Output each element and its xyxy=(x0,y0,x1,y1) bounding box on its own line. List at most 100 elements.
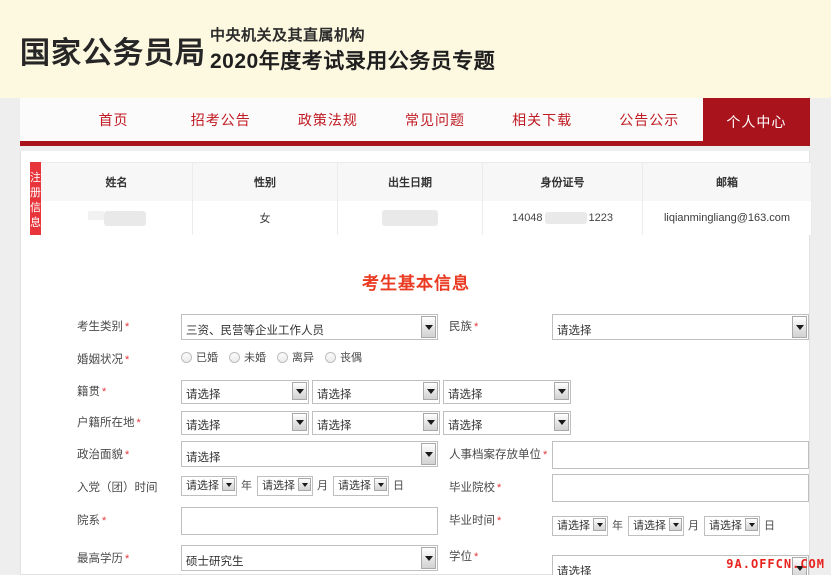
chevron-down-icon[interactable] xyxy=(669,518,682,531)
nav-leading-spacer xyxy=(20,98,60,141)
radio-group-marital-status: 已婚 未婚 离异 丧偶 xyxy=(181,349,362,365)
table-header-row: 姓名 性别 出生日期 身份证号 邮箱 xyxy=(41,163,811,201)
select-candidate-type[interactable]: 三资、民营等企业工作人员 xyxy=(181,314,438,340)
select-graduate-day[interactable]: 请选择 xyxy=(704,516,760,536)
radio-circle-icon[interactable] xyxy=(325,351,336,363)
input-graduate-school[interactable] xyxy=(552,474,809,502)
chevron-down-icon[interactable] xyxy=(292,382,307,400)
select-party-join-month-value: 请选择 xyxy=(262,480,295,492)
label-household-location: 户籍所在地 * xyxy=(77,417,141,429)
cell-name-masked xyxy=(41,201,193,235)
label-graduate-school: 毕业院校 * xyxy=(449,482,502,494)
id-number-mask xyxy=(544,212,587,224)
select-party-join-month[interactable]: 请选择 xyxy=(257,476,313,496)
input-department[interactable] xyxy=(181,507,438,535)
required-marker: * xyxy=(136,417,141,429)
chevron-down-icon[interactable] xyxy=(222,478,235,491)
required-marker: * xyxy=(125,354,130,366)
unit-month: 月 xyxy=(688,520,699,532)
form-row-political-status: 政治面貌 * 请选择 人事档案存放单位 * xyxy=(21,440,811,472)
radio-marital-married[interactable]: 已婚 xyxy=(181,349,218,365)
basic-info-form: 考生类别 * 三资、民营等企业工作人员 民族 * 请选择 婚姻状况 * 已婚 未… xyxy=(21,314,811,575)
label-marital-status: 婚姻状况 * xyxy=(77,354,130,366)
column-header-name: 姓名 xyxy=(41,163,193,201)
select-political-status[interactable]: 请选择 xyxy=(181,441,438,467)
chevron-down-icon[interactable] xyxy=(792,316,807,338)
cell-id-number: 14048 1223 xyxy=(483,201,643,235)
select-ethnicity-value: 请选择 xyxy=(557,325,592,337)
required-marker: * xyxy=(543,449,548,461)
chevron-down-icon[interactable] xyxy=(423,382,438,400)
select-native-place-province[interactable]: 请选择 xyxy=(181,380,309,404)
chevron-down-icon[interactable] xyxy=(423,413,438,431)
chevron-down-icon[interactable] xyxy=(593,518,606,531)
select-ethnicity[interactable]: 请选择 xyxy=(552,314,809,340)
select-highest-education-value: 硕士研究生 xyxy=(186,556,244,568)
registration-info-tag: 注册信息 xyxy=(30,162,41,235)
unit-day: 日 xyxy=(764,520,775,532)
select-native-place-district[interactable]: 请选择 xyxy=(443,380,571,404)
column-header-id-number: 身份证号 xyxy=(483,163,643,201)
name-mask-upper xyxy=(87,210,104,220)
nav-item-personal-center[interactable]: 个人中心 xyxy=(702,98,810,146)
radio-circle-icon[interactable] xyxy=(277,351,288,363)
nav-item-policy-regulations[interactable]: 政策法规 xyxy=(274,98,381,141)
nav-item-faq[interactable]: 常见问题 xyxy=(381,98,488,141)
id-number-prefix: 14048 xyxy=(511,212,543,224)
chevron-down-icon[interactable] xyxy=(421,316,436,338)
header-subtitle-line2: 2020年度考试录用公务员专题 xyxy=(210,50,496,73)
chevron-down-icon[interactable] xyxy=(554,382,569,400)
radio-circle-icon[interactable] xyxy=(229,351,240,363)
select-party-join-year-value: 请选择 xyxy=(186,480,219,492)
radio-marital-single[interactable]: 未婚 xyxy=(229,349,266,365)
chevron-down-icon[interactable] xyxy=(374,478,387,491)
select-household-city[interactable]: 请选择 xyxy=(312,411,440,435)
label-highest-education: 最高学历 * xyxy=(77,553,130,565)
nav-item-announcements[interactable]: 公告公示 xyxy=(596,98,703,141)
select-graduate-month[interactable]: 请选择 xyxy=(628,516,684,536)
input-archive-unit[interactable] xyxy=(552,441,809,469)
form-row-marital-status: 婚姻状况 * 已婚 未婚 离异 丧偶 xyxy=(21,345,811,378)
select-degree-value: 请选择 xyxy=(557,566,592,575)
select-native-place-city[interactable]: 请选择 xyxy=(312,380,440,404)
label-party-join-time: 入党（团）时间 xyxy=(77,482,158,494)
label-native-place: 籍贯 * xyxy=(77,386,107,398)
content-card: 注册信息 姓名 性别 出生日期 身份证号 邮箱 女 14048 1223 liq… xyxy=(20,151,812,575)
select-party-join-day[interactable]: 请选择 xyxy=(333,476,389,496)
chevron-down-icon[interactable] xyxy=(421,443,436,465)
nav-item-downloads[interactable]: 相关下载 xyxy=(489,98,596,141)
select-household-province[interactable]: 请选择 xyxy=(181,411,309,435)
chevron-down-icon[interactable] xyxy=(554,413,569,431)
chevron-down-icon[interactable] xyxy=(292,413,307,431)
radio-marital-widowed[interactable]: 丧偶 xyxy=(325,349,362,365)
site-logo-title: 国家公务员局 xyxy=(20,37,206,70)
chevron-down-icon[interactable] xyxy=(298,478,311,491)
select-household-district[interactable]: 请选择 xyxy=(443,411,571,435)
radio-marital-divorced[interactable]: 离异 xyxy=(277,349,314,365)
header-subtitle-block: 中央机关及其直属机构 2020年度考试录用公务员专题 xyxy=(210,26,495,76)
label-graduate-time: 毕业时间 * xyxy=(449,515,502,527)
select-graduate-month-value: 请选择 xyxy=(633,520,666,532)
nav-item-recruitment-notice[interactable]: 招考公告 xyxy=(167,98,274,141)
select-graduate-year-value: 请选择 xyxy=(557,520,590,532)
header-inner: 国家公务员局 中央机关及其直属机构 2020年度考试录用公务员专题 xyxy=(20,0,810,98)
radio-circle-icon[interactable] xyxy=(181,351,192,363)
unit-year: 年 xyxy=(612,520,623,532)
form-row-candidate-type: 考生类别 * 三资、民营等企业工作人员 民族 * 请选择 xyxy=(21,314,811,345)
select-party-join-year[interactable]: 请选择 xyxy=(181,476,237,496)
nav-item-home[interactable]: 首页 xyxy=(60,98,167,141)
select-highest-education[interactable]: 硕士研究生 xyxy=(181,545,438,571)
form-row-department: 院系 * 毕业时间 * 请选择 年 请选择 月 请选择 日 xyxy=(21,505,811,539)
page-root: 国家公务员局 中央机关及其直属机构 2020年度考试录用公务员专题 首页 招考公… xyxy=(0,0,831,575)
select-native-place-city-value: 请选择 xyxy=(317,389,352,401)
form-row-native-place: 籍贯 * 请选择 请选择 请选择 xyxy=(21,378,811,409)
chevron-down-icon[interactable] xyxy=(421,547,436,569)
select-graduate-day-value: 请选择 xyxy=(709,520,742,532)
select-native-place-district-value: 请选择 xyxy=(448,389,483,401)
table-row: 女 14048 1223 liqianmingliang@163.com xyxy=(41,201,811,235)
registration-info-table: 姓名 性别 出生日期 身份证号 邮箱 女 14048 1223 liqianmi… xyxy=(41,162,812,235)
select-graduate-year[interactable]: 请选择 xyxy=(552,516,608,536)
select-native-place-province-value: 请选择 xyxy=(186,389,221,401)
select-household-province-value: 请选择 xyxy=(186,420,221,432)
chevron-down-icon[interactable] xyxy=(745,518,758,531)
